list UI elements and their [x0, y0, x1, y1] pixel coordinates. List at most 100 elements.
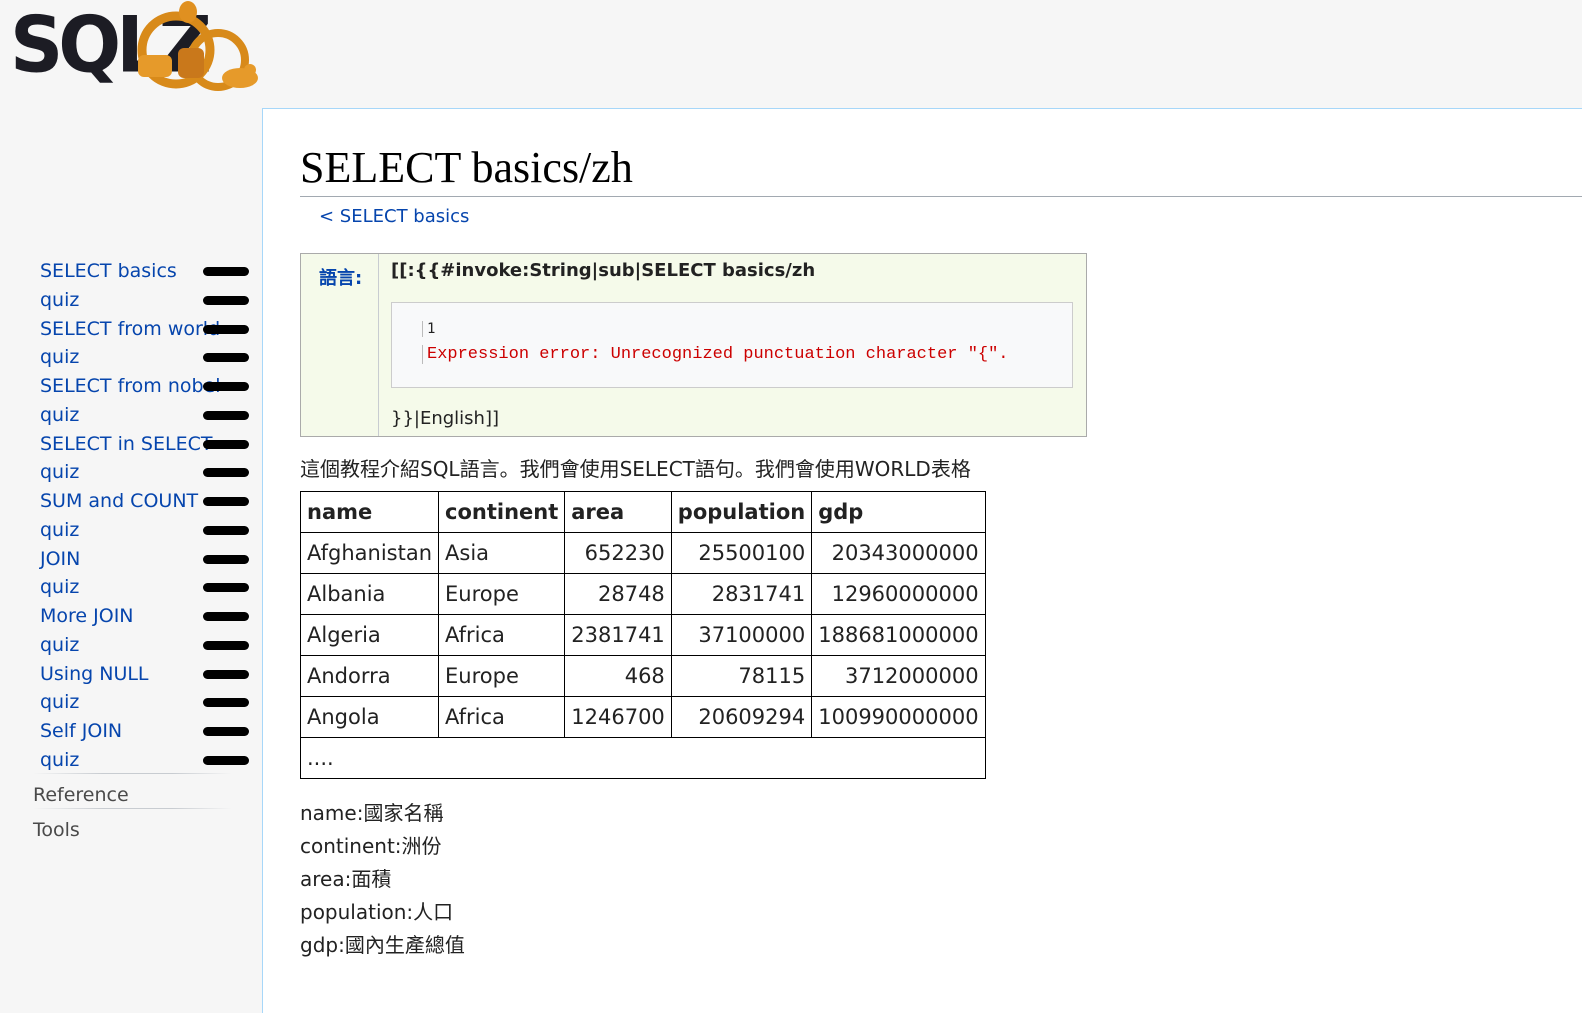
sidebar-item: quiz [0, 686, 262, 715]
sidebar-item: Self JOIN [0, 715, 262, 744]
sidebar-item: quiz [0, 341, 262, 370]
table-cell: Africa [438, 614, 566, 656]
table-row: Angola Africa 1246700 20609294 100990000… [299, 696, 986, 738]
sidebar-item: quiz [0, 399, 262, 428]
table-cell: Algeria [299, 614, 440, 656]
table-cell: Andorra [299, 655, 440, 697]
sidebar-link[interactable]: quiz [40, 519, 79, 541]
table-cell: 20343000000 [811, 532, 986, 574]
table-cell: 2381741 [564, 614, 672, 656]
table-row: Albania Europe 28748 2831741 12960000000 [299, 573, 986, 615]
sidebar-link[interactable]: quiz [40, 576, 79, 598]
table-more-cell: .... [300, 737, 986, 779]
language-label[interactable]: 語言: [301, 254, 379, 436]
sidebar-link[interactable]: SUM and COUNT [40, 490, 198, 512]
sidebar-link[interactable]: quiz [40, 634, 79, 656]
sidebar-link[interactable]: quiz [40, 691, 79, 713]
progress-bar [203, 410, 249, 420]
sidebar-link[interactable]: SELECT from world [40, 318, 220, 340]
world-table: name continent area population gdp Afgha… [299, 491, 986, 779]
sidebar-link[interactable]: quiz [40, 749, 79, 771]
progress-bar [203, 612, 249, 621]
page-title: SELECT basics/zh [300, 143, 633, 192]
portal-heading-reference[interactable]: Reference [0, 774, 262, 808]
table-cell: 37100000 [670, 614, 813, 656]
field-description: name:國家名稱 [300, 801, 444, 825]
table-cell: 28748 [564, 573, 672, 615]
breadcrumb-link[interactable]: < SELECT basics [319, 206, 469, 227]
progress-bar [203, 353, 249, 363]
table-cell: 468 [564, 655, 672, 697]
table-cell: Afghanistan [299, 532, 440, 574]
language-body: [[:{{#invoke:String|sub|SELECT basics/zh… [379, 254, 1086, 436]
sidebar-link[interactable]: SELECT basics [40, 260, 177, 282]
sidebar-item: JOIN [0, 543, 262, 572]
progress-bar [203, 554, 249, 564]
table-cell: Asia [438, 532, 566, 574]
zoo-animals-icon [137, 1, 258, 91]
portal-heading-tools[interactable]: Tools [0, 809, 262, 843]
sidebar-link[interactable]: quiz [40, 461, 79, 483]
sidebar-item: quiz [0, 456, 262, 485]
main-content: SELECT basics/zh < SELECT basics 語言: [[:… [262, 108, 1582, 1013]
field-description: continent:洲份 [300, 834, 442, 858]
sidebar-item: SELECT basics [0, 255, 262, 284]
progress-bar [203, 468, 249, 478]
language-link-tail: }}|English]] [391, 408, 500, 429]
table-cell: 12960000000 [811, 573, 986, 615]
column-header: continent [438, 491, 566, 533]
field-description: area:面積 [300, 867, 392, 891]
table-cell: 25500100 [670, 532, 813, 574]
title-divider [300, 196, 1582, 197]
language-link-head: [[:{{#invoke:String|sub|SELECT basics/zh [391, 260, 816, 281]
progress-bar [203, 295, 249, 305]
sidebar-link[interactable]: quiz [40, 289, 79, 311]
progress-bar [203, 755, 249, 765]
table-cell: 1246700 [564, 696, 672, 738]
sidebar-link[interactable]: quiz [40, 404, 79, 426]
table-cell: Europe [438, 655, 566, 697]
table-header-row: name continent area population gdp [299, 491, 986, 533]
progress-bar [203, 525, 249, 535]
sidebar-item: SELECT from nobel [0, 370, 262, 399]
language-box: 語言: [[:{{#invoke:String|sub|SELECT basic… [300, 253, 1087, 437]
progress-bar [203, 640, 249, 650]
progress-bar [203, 583, 249, 593]
error-line-number: 1 [422, 321, 435, 337]
sidebar-link[interactable]: SELECT from nobel [40, 375, 221, 397]
sqlzoo-logo[interactable]: SQLZ [10, 0, 258, 95]
table-cell: Africa [438, 696, 566, 738]
field-description: gdp:國內生產總值 [300, 933, 465, 957]
portal-tools: Tools [0, 807, 262, 843]
table-cell: 20609294 [670, 696, 813, 738]
sidebar-link[interactable]: SELECT in SELECT [40, 433, 212, 455]
progress-bar [203, 382, 249, 391]
sidebar-item: SELECT in SELECT [0, 428, 262, 457]
sidebar-item: quiz [0, 571, 262, 600]
table-cell: 188681000000 [811, 614, 986, 656]
sidebar-link[interactable]: Self JOIN [40, 720, 122, 742]
progress-bar [203, 497, 249, 506]
sidebar-item: quiz [0, 629, 262, 658]
table-row: Andorra Europe 468 78115 3712000000 [299, 655, 986, 697]
table-cell: 78115 [670, 655, 813, 697]
column-header: name [299, 491, 440, 533]
error-message: Expression error: Unrecognized punctuati… [422, 345, 1009, 364]
table-cell: 652230 [564, 532, 672, 574]
sidebar-item: quiz [0, 514, 262, 543]
sidebar-link[interactable]: JOIN [40, 548, 80, 570]
portal-reference: Reference [0, 772, 262, 808]
table-cell: Europe [438, 573, 566, 615]
table-row-more: .... [300, 737, 986, 779]
table-row: Algeria Africa 2381741 37100000 18868100… [299, 614, 986, 656]
sidebar-item: More JOIN [0, 600, 262, 629]
table-cell: 3712000000 [811, 655, 986, 697]
field-descriptions: name:國家名稱 continent:洲份 area:面積 populatio… [300, 797, 465, 962]
sidebar: SELECT basics quiz SELECT from world qui… [0, 255, 262, 843]
error-box: 1 Expression error: Unrecognized punctua… [391, 302, 1073, 388]
column-header: population [670, 491, 813, 533]
progress-bar [203, 324, 249, 334]
sidebar-link[interactable]: More JOIN [40, 605, 134, 627]
sidebar-link[interactable]: Using NULL [40, 663, 149, 685]
sidebar-link[interactable]: quiz [40, 346, 79, 368]
